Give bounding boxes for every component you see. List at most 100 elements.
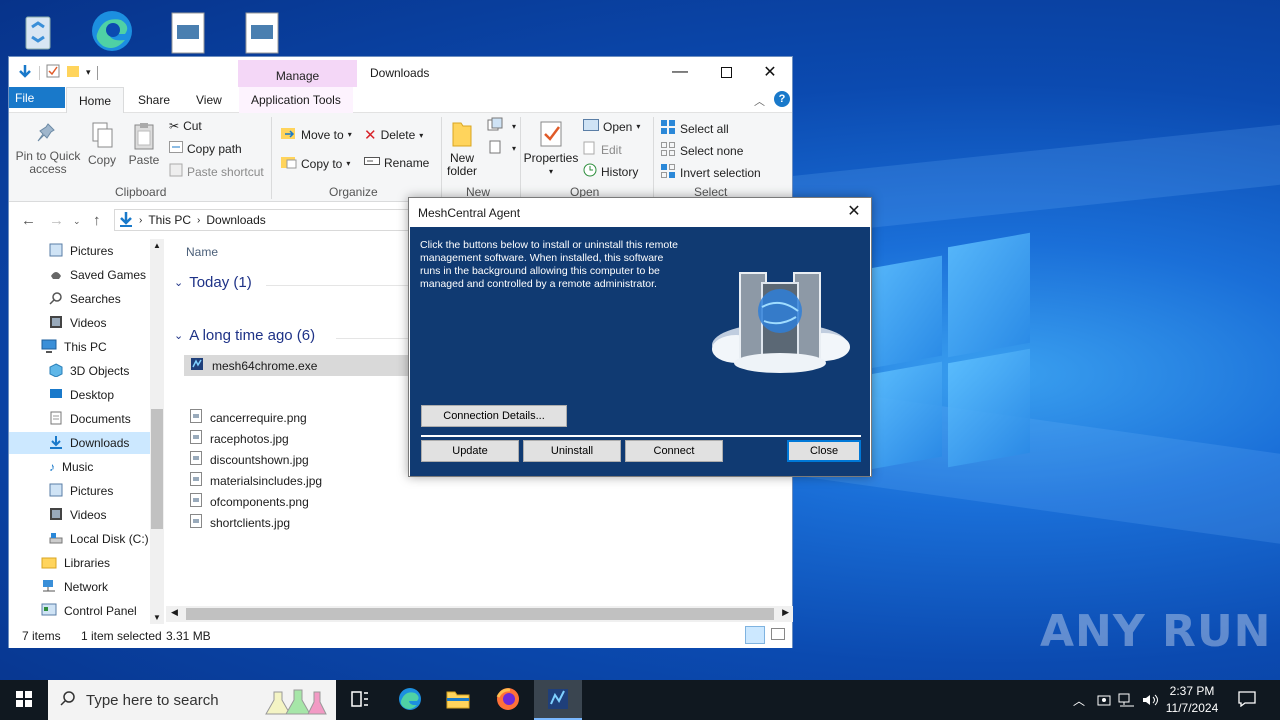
- copy-button[interactable]: Copy: [85, 121, 119, 167]
- notification-center-button[interactable]: [1232, 680, 1262, 720]
- image-file-icon[interactable]: [234, 8, 290, 58]
- up-arrow-icon[interactable]: ↑: [93, 212, 101, 229]
- delete-button[interactable]: ✕ Delete ▾: [364, 126, 423, 144]
- collapse-ribbon-icon[interactable]: ︿: [754, 93, 765, 109]
- maximize-button[interactable]: [703, 57, 749, 87]
- taskbar-firefox-button[interactable]: [488, 680, 528, 720]
- nav-item-this-pc[interactable]: This PC: [41, 336, 107, 358]
- nav-scrollbar-thumb[interactable]: [151, 409, 163, 529]
- minimize-button[interactable]: —: [657, 57, 703, 87]
- address-bar[interactable]: › This PC › Downloads: [114, 209, 414, 231]
- nav-item-libraries[interactable]: Libraries: [41, 552, 110, 574]
- meet-now-icon[interactable]: [1094, 680, 1114, 720]
- open-button[interactable]: Open ▾: [583, 119, 640, 134]
- tab-home[interactable]: Home: [66, 87, 125, 114]
- dialog-close-icon[interactable]: ✕: [843, 201, 865, 223]
- large-icons-view-icon[interactable]: [771, 628, 785, 640]
- down-arrow-icon[interactable]: [17, 63, 33, 82]
- group-header-today[interactable]: ⌄ Today (1): [174, 274, 252, 291]
- rename-button[interactable]: Rename: [364, 155, 429, 170]
- update-button[interactable]: Update: [421, 440, 519, 462]
- tab-manage[interactable]: Manage: [238, 60, 357, 88]
- easy-access-button[interactable]: ▾: [486, 139, 516, 158]
- file-row[interactable]: mesh64chrome.exe: [184, 355, 414, 376]
- nav-item-network[interactable]: Network: [41, 576, 108, 598]
- nav-scrollbar[interactable]: ▲ ▼: [150, 239, 164, 624]
- recycle-bin-icon[interactable]: [10, 6, 66, 56]
- scroll-down-icon[interactable]: ▼: [153, 613, 161, 622]
- task-view-button[interactable]: [340, 680, 380, 720]
- file-row[interactable]: materialsincludes.jpg: [184, 470, 414, 491]
- breadcrumb-this-pc[interactable]: This PC: [148, 213, 191, 227]
- new-item-button[interactable]: ▾: [486, 117, 516, 136]
- edge-icon[interactable]: [84, 6, 140, 56]
- copy-to-button[interactable]: Copy to ▾: [281, 155, 350, 172]
- network-icon[interactable]: [1116, 680, 1136, 720]
- start-button[interactable]: [0, 680, 48, 720]
- new-folder-button[interactable]: New folder: [443, 119, 481, 178]
- pin-quick-access-button[interactable]: Pin to Quick access: [15, 121, 81, 176]
- nav-item-control-panel[interactable]: Control Panel: [41, 600, 137, 622]
- taskbar-explorer-button[interactable]: [438, 680, 478, 720]
- taskbar-meshagent-button[interactable]: [534, 680, 582, 720]
- tab-share[interactable]: Share: [126, 87, 182, 113]
- history-button[interactable]: History: [583, 163, 638, 180]
- back-arrow-icon[interactable]: ←: [21, 212, 36, 229]
- scroll-right-icon[interactable]: ▶: [782, 607, 789, 618]
- details-view-icon[interactable]: [745, 626, 765, 644]
- nav-item-pictures[interactable]: Pictures: [49, 480, 113, 502]
- paste-button[interactable]: Paste: [127, 121, 161, 167]
- group-header-long-ago[interactable]: ⌄ A long time ago (6): [174, 327, 315, 344]
- horizontal-scrollbar-thumb[interactable]: [186, 608, 774, 620]
- nav-item-videos[interactable]: Videos: [49, 504, 106, 526]
- scroll-left-icon[interactable]: ◀: [171, 607, 178, 618]
- file-row[interactable]: racephotos.jpg: [184, 428, 414, 449]
- breadcrumb-downloads[interactable]: Downloads: [206, 213, 265, 227]
- copy-path-button[interactable]: Copy path: [169, 141, 242, 156]
- paste-shortcut-button[interactable]: Paste shortcut: [169, 163, 264, 180]
- taskbar-clock[interactable]: 2:37 PM 11/7/2024: [1160, 683, 1224, 717]
- column-header-name[interactable]: Name: [186, 245, 218, 259]
- nav-item-music[interactable]: ♪ Music: [49, 456, 93, 478]
- new-folder-icon[interactable]: [66, 64, 80, 81]
- tab-application-tools[interactable]: Application Tools: [239, 87, 353, 113]
- image-file-icon[interactable]: [160, 8, 216, 58]
- nav-item-downloads[interactable]: Downloads: [9, 432, 150, 454]
- file-row[interactable]: shortclients.jpg: [184, 512, 414, 533]
- nav-item-local-disk[interactable]: Local Disk (C:): [49, 528, 149, 550]
- file-row[interactable]: cancerrequire.png: [184, 407, 414, 428]
- tab-view[interactable]: View: [184, 87, 234, 113]
- nav-item-saved-games[interactable]: Saved Games: [49, 264, 146, 286]
- connection-details-button[interactable]: Connection Details...: [421, 405, 567, 427]
- horizontal-scrollbar[interactable]: ◀ ▶: [166, 606, 793, 622]
- scroll-up-icon[interactable]: ▲: [153, 241, 161, 250]
- taskbar-search-box[interactable]: Type here to search: [48, 680, 336, 720]
- properties-icon[interactable]: [46, 64, 60, 81]
- chevron-down-icon[interactable]: ▾: [86, 67, 91, 78]
- nav-item-3d-objects[interactable]: 3D Objects: [49, 360, 129, 382]
- tab-file[interactable]: File: [9, 87, 65, 108]
- close-dialog-button[interactable]: Close: [787, 440, 861, 462]
- file-row[interactable]: ofcomponents.png: [184, 491, 414, 512]
- invert-selection-button[interactable]: Invert selection: [660, 163, 761, 182]
- taskbar-edge-button[interactable]: [390, 680, 430, 720]
- edit-button[interactable]: Edit: [583, 141, 622, 158]
- show-hidden-icons-button[interactable]: ︿: [1070, 680, 1088, 720]
- close-button[interactable]: ✕: [747, 57, 793, 87]
- uninstall-button[interactable]: Uninstall: [523, 440, 621, 462]
- nav-item-searches[interactable]: Searches: [49, 288, 121, 310]
- select-none-button[interactable]: Select none: [660, 141, 743, 160]
- help-icon[interactable]: ?: [774, 91, 790, 107]
- file-row[interactable]: discountshown.jpg: [184, 449, 414, 470]
- nav-item-documents[interactable]: Documents: [49, 408, 131, 430]
- cut-button[interactable]: ✂ Cut: [169, 119, 202, 133]
- nav-item-pictures[interactable]: Pictures: [49, 240, 113, 262]
- recent-chevron-icon[interactable]: ⌄: [73, 216, 81, 227]
- move-to-button[interactable]: Move to ▾: [281, 126, 352, 143]
- select-all-button[interactable]: Select all: [660, 119, 729, 138]
- nav-item-videos[interactable]: Videos: [49, 312, 106, 334]
- forward-arrow-icon[interactable]: →: [49, 212, 64, 229]
- nav-item-desktop[interactable]: Desktop: [49, 384, 114, 406]
- volume-icon[interactable]: [1140, 680, 1160, 720]
- connect-button[interactable]: Connect: [625, 440, 723, 462]
